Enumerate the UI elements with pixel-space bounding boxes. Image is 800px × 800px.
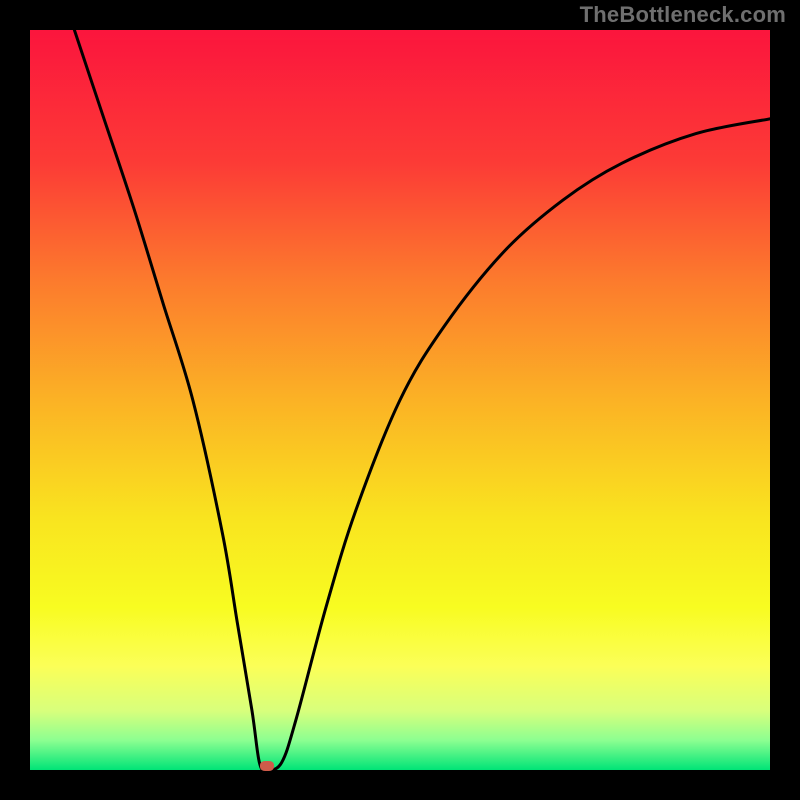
chart-frame: TheBottleneck.com bbox=[0, 0, 800, 800]
plot-svg bbox=[30, 30, 770, 770]
plot-area bbox=[30, 30, 770, 770]
optimal-point-marker bbox=[260, 761, 274, 771]
watermark-label: TheBottleneck.com bbox=[580, 2, 786, 28]
